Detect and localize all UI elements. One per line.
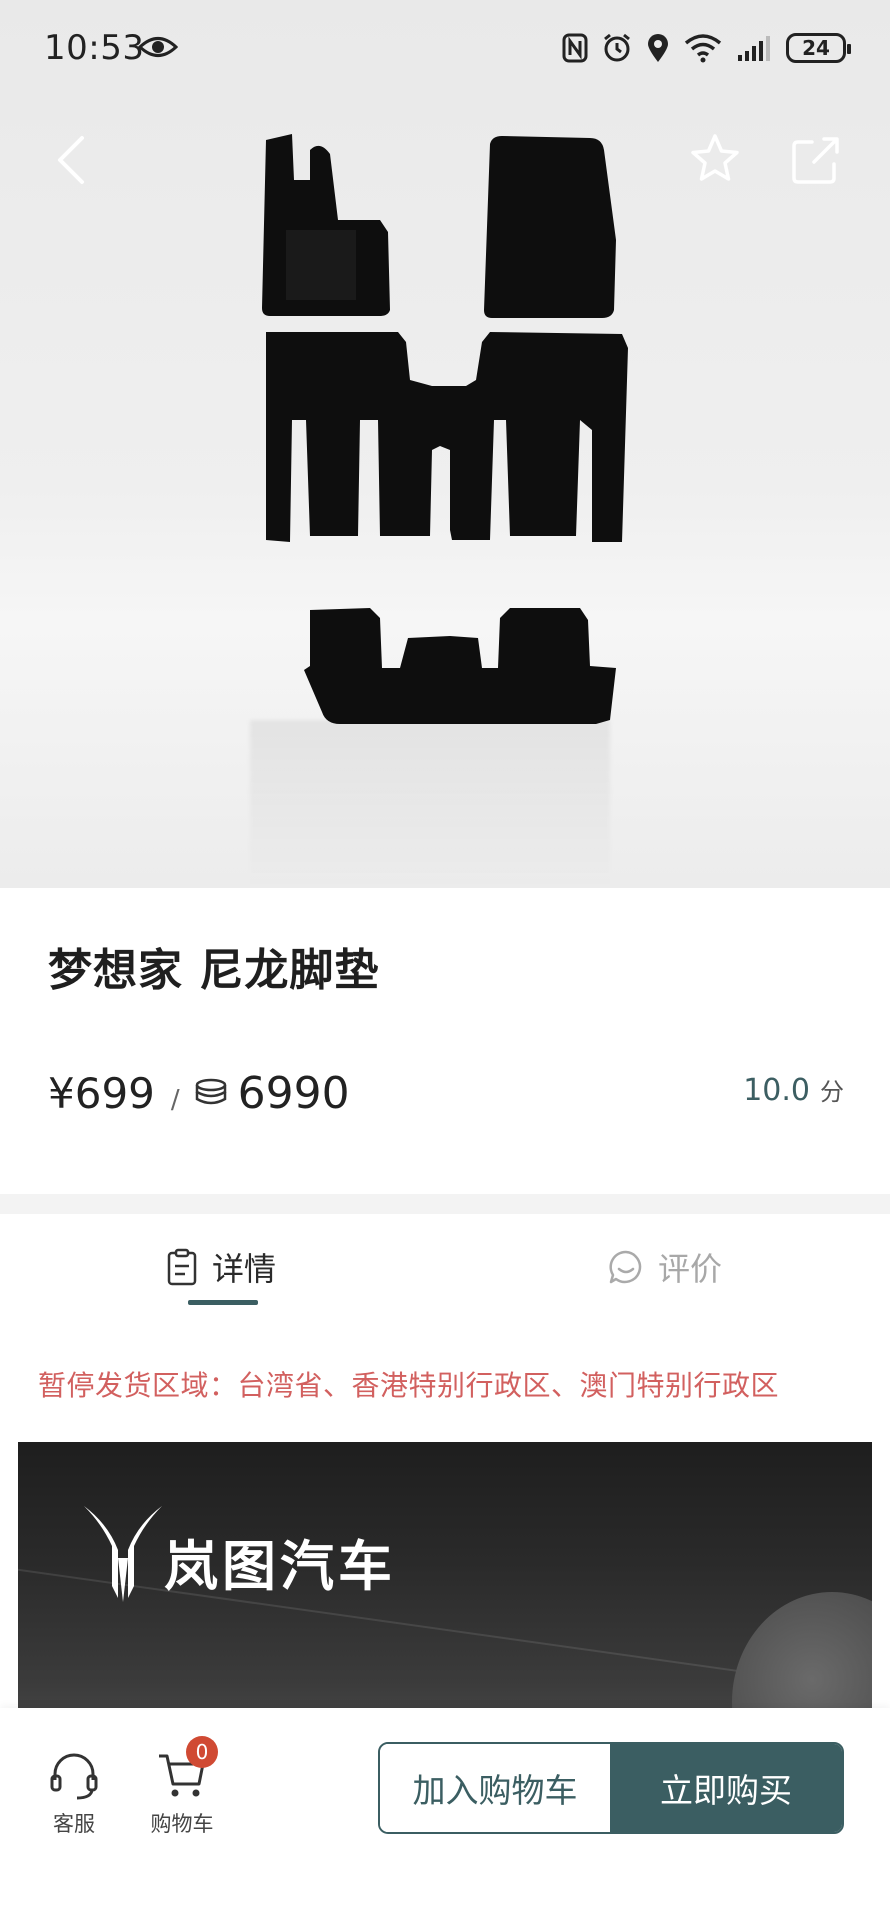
- status-time: 10:53: [44, 28, 145, 68]
- nfc-icon: [562, 33, 588, 63]
- floor-mat-image: [262, 134, 628, 724]
- add-to-cart-button[interactable]: 加入购物车: [380, 1744, 610, 1832]
- headset-icon: [50, 1753, 98, 1800]
- tab-details[interactable]: 详情: [166, 1244, 276, 1290]
- price: ¥699: [48, 1069, 155, 1118]
- wifi-icon: [684, 34, 722, 63]
- share-icon[interactable]: [790, 134, 842, 186]
- chat-bubble-icon: [609, 1250, 642, 1284]
- alarm-icon: [604, 33, 630, 62]
- bottom-action-bar: 客服 0 购物车 加入购物车 立即购买: [0, 1708, 890, 1920]
- points-price: 6990: [237, 1068, 350, 1119]
- favorite-star-icon[interactable]: [688, 132, 742, 186]
- status-bar: 10:53 24: [0, 0, 890, 100]
- customer-service-label: 客服: [53, 1812, 95, 1836]
- rating-unit: 分: [820, 1078, 844, 1106]
- voyah-logo-icon: [84, 1506, 162, 1602]
- battery-level: 24: [802, 36, 830, 60]
- battery-indicator: 24: [786, 33, 851, 63]
- product-hero-image: [0, 0, 890, 888]
- tab-bar: 详情 评价: [0, 1214, 890, 1324]
- cart-count-badge: 0: [186, 1736, 218, 1768]
- active-tab-indicator: [188, 1300, 258, 1305]
- section-divider: [0, 1194, 890, 1214]
- detail-banner: 岚图汽车: [18, 1442, 872, 1742]
- tab-details-label: 详情: [212, 1250, 277, 1288]
- customer-service-button[interactable]: 客服: [42, 1748, 106, 1838]
- cart-button[interactable]: 0 购物车: [146, 1736, 218, 1838]
- location-icon: [648, 34, 668, 62]
- price-separator: /: [170, 1085, 180, 1115]
- price-row: ¥699 / 6990: [48, 1068, 350, 1119]
- cart-label: 购物车: [150, 1812, 214, 1836]
- clipboard-icon: [167, 1248, 197, 1286]
- tab-reviews-label: 评价: [658, 1250, 723, 1288]
- rating: 10.0 分: [743, 1072, 844, 1108]
- shipping-notice: 暂停发货区域：台湾省、香港特别行政区、澳门特别行政区: [38, 1369, 780, 1402]
- banner-brand-name: 岚图汽车: [164, 1535, 396, 1598]
- product-title: 梦想家 尼龙脚垫: [48, 945, 380, 996]
- purchase-actions: 加入购物车 立即购买: [378, 1742, 844, 1834]
- rating-score: 10.0: [743, 1073, 810, 1108]
- buy-now-button[interactable]: 立即购买: [610, 1744, 842, 1832]
- status-icons: 24: [562, 30, 851, 66]
- tab-reviews[interactable]: 评价: [608, 1244, 722, 1290]
- signal-icon: [738, 36, 770, 61]
- eye-icon: [138, 37, 178, 57]
- back-icon[interactable]: [48, 132, 98, 188]
- coin-stack-icon: [195, 1078, 226, 1104]
- product-info: 梦想家 尼龙脚垫 ¥699 / 6990 10.0 分: [0, 888, 890, 1194]
